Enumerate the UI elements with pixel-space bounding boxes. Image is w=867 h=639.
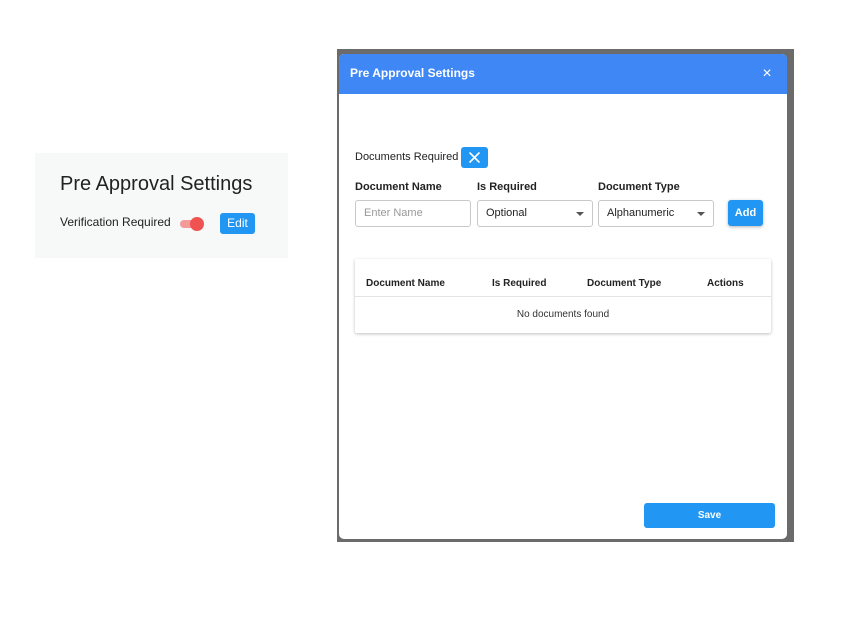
table-header-document-name: Document Name	[366, 278, 445, 289]
document-type-select[interactable]: Alphanumeric	[598, 200, 714, 227]
verification-label: Verification Required	[60, 215, 171, 229]
table-header-actions: Actions	[707, 278, 744, 289]
modal-title: Pre Approval Settings	[350, 66, 475, 80]
documents-required-toggle-button[interactable]	[461, 147, 488, 168]
is-required-select[interactable]: Optional	[477, 200, 593, 227]
document-type-label: Document Type	[598, 181, 680, 193]
empty-state-text: No documents found	[516, 309, 610, 320]
pre-approval-modal: Pre Approval Settings × Documents Requir…	[339, 54, 787, 539]
toggle-knob	[190, 217, 204, 231]
table-header-divider	[355, 296, 771, 297]
card-title: Pre Approval Settings	[60, 173, 253, 195]
documents-table: Document Name Is Required Document Type …	[355, 259, 771, 333]
documents-required-label: Documents Required	[355, 151, 459, 163]
table-header-document-type: Document Type	[587, 278, 662, 289]
is-required-label: Is Required	[477, 181, 537, 193]
chevron-down-icon	[697, 212, 705, 216]
edit-button[interactable]: Edit	[220, 213, 255, 234]
save-button[interactable]: Save	[644, 503, 775, 528]
verification-toggle[interactable]	[178, 217, 204, 231]
document-name-label: Document Name	[355, 181, 442, 193]
table-header-is-required: Is Required	[492, 278, 547, 289]
chevron-down-icon	[576, 212, 584, 216]
add-button[interactable]: Add	[728, 200, 763, 226]
close-icon	[469, 152, 480, 163]
modal-header: Pre Approval Settings ×	[339, 54, 787, 94]
pre-approval-card: Pre Approval Settings Verification Requi…	[35, 153, 288, 258]
document-name-input[interactable]: Enter Name	[355, 200, 471, 227]
document-type-value: Alphanumeric	[607, 207, 675, 219]
close-icon[interactable]: ×	[757, 64, 777, 84]
is-required-value: Optional	[486, 207, 527, 219]
